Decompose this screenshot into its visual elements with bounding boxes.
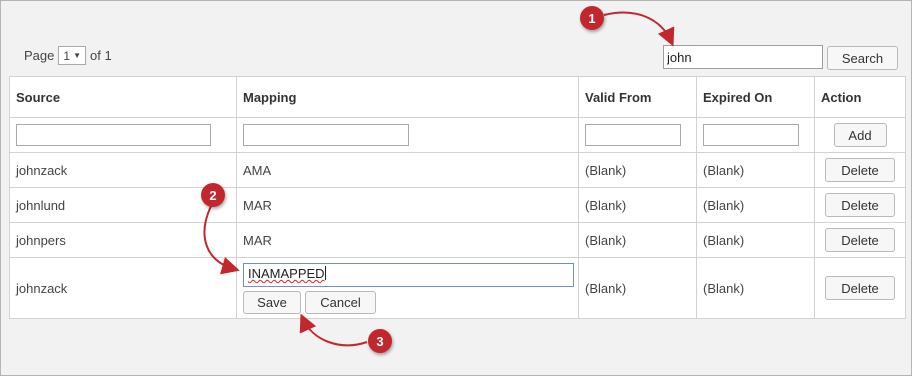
callout-1-arrow	[603, 11, 675, 47]
edit-actions: Save Cancel	[243, 291, 572, 314]
valid-from-cell: (Blank)	[578, 152, 697, 188]
valid-from-cell: (Blank)	[578, 257, 697, 319]
pager: Page 1 ▼ of 1	[24, 46, 112, 65]
delete-button[interactable]: Delete	[825, 158, 895, 182]
new-entry-row: Add	[9, 117, 906, 153]
text-cursor	[324, 266, 326, 280]
new-valid-from-input[interactable]	[585, 124, 681, 146]
mapping-edit-input[interactable]: INAMAPPED	[243, 263, 574, 287]
delete-button[interactable]: Delete	[825, 193, 895, 217]
source-cell: johnzack	[9, 257, 237, 319]
pager-suffix: of 1	[89, 48, 112, 63]
mapping-cell: AMA	[236, 152, 579, 188]
new-source-input[interactable]	[16, 124, 211, 146]
mapping-table: Source Mapping Valid From Expired On Act…	[9, 76, 906, 319]
table-row: johnpers MAR (Blank) (Blank) Delete	[9, 222, 906, 258]
delete-button[interactable]: Delete	[825, 276, 895, 300]
expired-on-cell: (Blank)	[696, 222, 815, 258]
table-row: johnzack AMA (Blank) (Blank) Delete	[9, 152, 906, 188]
callout-1: 1	[580, 6, 604, 30]
table-row-editing: johnzack INAMAPPED Save Cancel (Blank) (…	[9, 257, 906, 319]
mapping-edit-cell: INAMAPPED Save Cancel	[236, 257, 579, 319]
source-cell: johnpers	[9, 222, 237, 258]
search-button[interactable]: Search	[827, 46, 898, 70]
expired-on-cell: (Blank)	[696, 187, 815, 223]
callout-2: 2	[201, 183, 225, 207]
add-button[interactable]: Add	[833, 123, 887, 147]
valid-from-cell: (Blank)	[578, 187, 697, 223]
column-header-action: Action	[814, 76, 906, 118]
table-header-row: Source Mapping Valid From Expired On Act…	[9, 76, 906, 118]
pager-prefix: Page	[24, 48, 55, 63]
column-header-valid-from: Valid From	[578, 76, 697, 118]
mapping-panel: Page 1 ▼ of 1 Search Source Mapping Vali…	[0, 0, 912, 376]
delete-button[interactable]: Delete	[825, 228, 895, 252]
expired-on-cell: (Blank)	[696, 257, 815, 319]
source-cell: johnzack	[9, 152, 237, 188]
page-select-value: 1	[63, 48, 71, 63]
mapping-edit-value: INAMAPPED	[248, 266, 325, 281]
expired-on-cell: (Blank)	[696, 152, 815, 188]
column-header-source: Source	[9, 76, 237, 118]
mapping-cell: MAR	[236, 187, 579, 223]
new-mapping-input[interactable]	[243, 124, 409, 146]
search-input[interactable]	[663, 45, 823, 69]
cancel-button[interactable]: Cancel	[305, 291, 376, 314]
dropdown-caret-icon: ▼	[73, 51, 81, 60]
valid-from-cell: (Blank)	[578, 222, 697, 258]
new-expired-on-input[interactable]	[703, 124, 799, 146]
callout-3: 3	[368, 329, 392, 353]
save-button[interactable]: Save	[243, 291, 301, 314]
column-header-expired-on: Expired On	[696, 76, 815, 118]
table-row: johnlund MAR (Blank) (Blank) Delete	[9, 187, 906, 223]
mapping-cell: MAR	[236, 222, 579, 258]
page-select[interactable]: 1 ▼	[58, 46, 86, 65]
column-header-mapping: Mapping	[236, 76, 579, 118]
callout-3-arrow	[299, 313, 368, 347]
